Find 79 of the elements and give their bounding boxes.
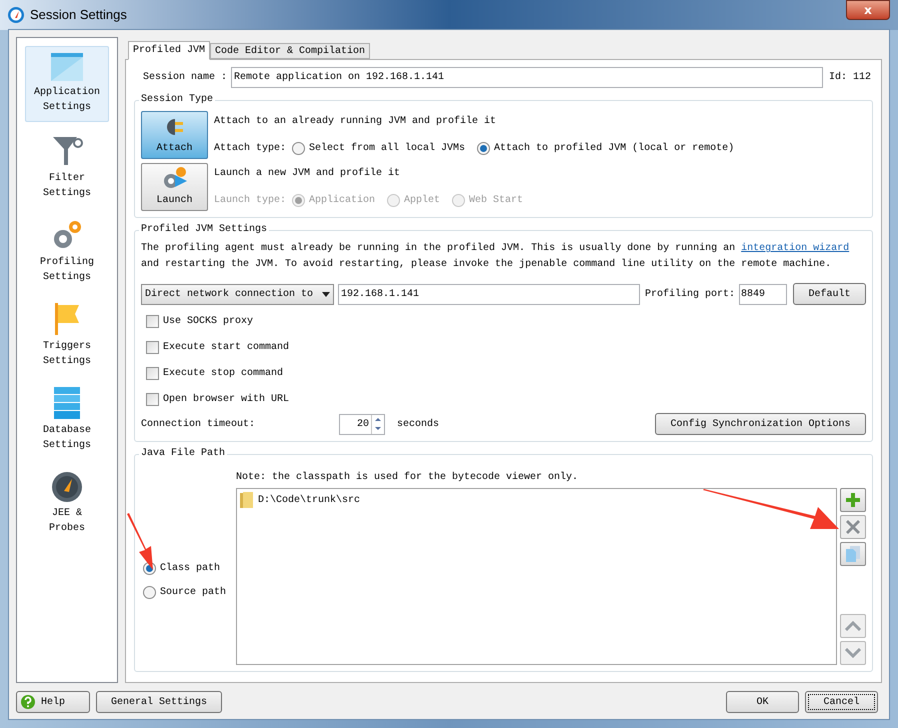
chevron-up-icon: [845, 621, 861, 631]
help-button[interactable]: Help: [16, 691, 90, 713]
path-entry[interactable]: D:\Code\trunk\src: [258, 492, 360, 508]
timeout-spinner[interactable]: 20: [339, 414, 385, 434]
mode-description: Attach to an already running JVM and profile it: [214, 114, 498, 129]
radio-label: Applet: [404, 194, 440, 208]
document-icon: [846, 546, 860, 562]
remove-button[interactable]: [840, 515, 866, 539]
sidebar-label: JEE & Probes: [48, 507, 86, 536]
window-title: Session Settings: [30, 6, 127, 24]
radio-label: Source path: [160, 586, 226, 600]
flag-icon: [53, 303, 81, 335]
cross-icon: [846, 520, 860, 534]
checkbox-label: Open browser with URL: [163, 392, 290, 407]
type-label: Attach type:: [214, 142, 286, 156]
default-button[interactable]: Default: [793, 283, 866, 305]
sidebar-label: Triggers Settings: [42, 340, 92, 369]
tab[interactable]: Profiled JVM: [128, 41, 210, 60]
host-field[interactable]: 192.168.1.141: [338, 284, 640, 304]
radio-label: Class path: [160, 562, 220, 576]
radio-label: Application: [309, 194, 376, 208]
funnel-icon: [51, 135, 83, 167]
checkbox[interactable]: [146, 393, 159, 406]
sidebar-item[interactable]: Triggers Settings: [25, 298, 109, 374]
radio-label: Select from all local JVMs: [309, 142, 466, 156]
database-icon: [54, 387, 80, 419]
move-up-button[interactable]: [840, 614, 866, 638]
ok-button[interactable]: OK: [726, 691, 799, 713]
app-icon: [8, 7, 24, 23]
gear-play-icon: [162, 167, 188, 189]
move-down-button[interactable]: [840, 641, 866, 665]
sidebar-item[interactable]: JEE & Probes: [25, 466, 109, 542]
session-name-field[interactable]: Remote application on 192.168.1.141: [231, 66, 823, 88]
session-id: Id: 112: [828, 70, 871, 84]
sidebar-label: Application Settings: [32, 86, 101, 115]
help-icon: [21, 695, 35, 709]
sidebar-label: Database Settings: [42, 424, 92, 453]
folder-icon: [240, 492, 253, 508]
note-text: Note: the classpath is used for the bytecode viewer only.: [236, 470, 580, 485]
checkbox[interactable]: [146, 367, 159, 380]
mode-description: Launch a new JVM and profile it: [214, 166, 402, 181]
copy-button[interactable]: [840, 542, 866, 566]
timeout-label: Connection timeout:: [141, 418, 256, 432]
window-icon: [51, 53, 83, 81]
sidebar-item[interactable]: Profiling Settings: [25, 214, 109, 290]
checkbox-label: Execute stop command: [163, 366, 284, 381]
radio-button[interactable]: [292, 142, 306, 155]
checkbox[interactable]: [146, 315, 159, 328]
chevron-down-icon: [845, 648, 861, 658]
radio-button[interactable]: [477, 142, 490, 155]
gears-icon: [51, 219, 83, 251]
sync-options-button[interactable]: Config Synchronization Options: [655, 413, 866, 435]
gauge-icon: [52, 472, 82, 502]
cancel-button[interactable]: Cancel: [805, 691, 878, 713]
sidebar-label: Profiling Settings: [38, 256, 95, 285]
type-label: Launch type:: [214, 194, 286, 208]
sidebar-item[interactable]: Filter Settings: [25, 130, 109, 206]
port-label: Profiling port:: [644, 288, 735, 302]
general-settings-button[interactable]: General Settings: [96, 691, 222, 713]
add-button[interactable]: [840, 488, 866, 512]
field-label: Session name :: [143, 70, 228, 84]
sidebar-item[interactable]: Database Settings: [25, 382, 109, 458]
attach-button[interactable]: Attach: [141, 111, 208, 159]
checkbox[interactable]: [146, 341, 159, 354]
radio-button[interactable]: [143, 586, 156, 598]
sidebar-label: Filter Settings: [42, 172, 92, 201]
timeout-unit: seconds: [397, 418, 440, 432]
dropdown-arrow-icon: [322, 292, 330, 296]
plus-icon: [846, 493, 860, 507]
checkbox-label: Execute start command: [163, 340, 290, 355]
description-text: The profiling agent must already be running in the profiled JVM. This is usually done by running an integration wizard and restarting the JVM. To avoid restarting, please invoke the jpenable command line utility on the remote machine.: [141, 242, 850, 272]
radio-label: Web Start: [469, 194, 524, 208]
checkbox-label: Use SOCKS proxy: [163, 315, 254, 329]
sidebar-item[interactable]: Application Settings: [25, 46, 109, 122]
integration-wizard-link[interactable]: integration wizard: [741, 243, 850, 254]
port-field[interactable]: 8849: [739, 284, 787, 304]
connection-dropdown[interactable]: Direct network connection to: [141, 284, 334, 304]
radio-label: Attach to profiled JVM (local or remote): [494, 142, 734, 156]
tab[interactable]: Code Editor & Compilation: [210, 43, 370, 59]
